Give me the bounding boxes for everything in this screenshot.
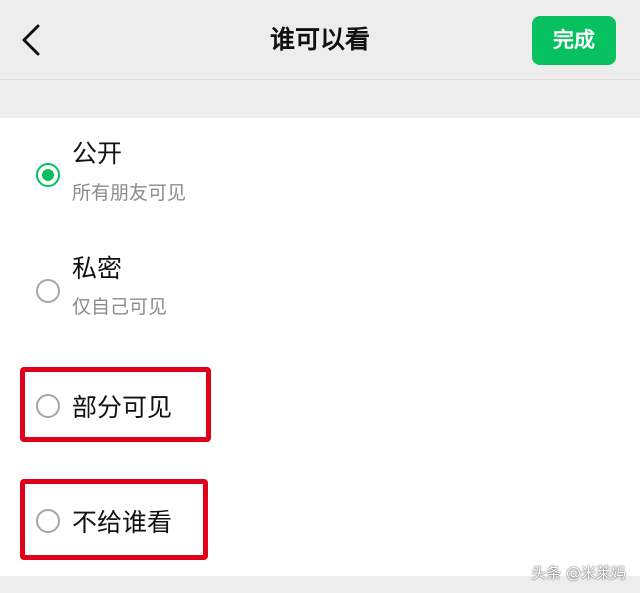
option-subtitle: 所有朋友可见 bbox=[72, 182, 187, 204]
chevron-left-icon[interactable] bbox=[18, 22, 48, 58]
option-title: 私密 bbox=[72, 254, 123, 283]
visibility-settings-screen: 谁可以看 完成 公开 所有朋友可见 私密 仅自己可见 部分可见 不给谁看 头条 … bbox=[0, 0, 640, 593]
highlight-box bbox=[20, 479, 208, 560]
option-subtitle: 仅自己可见 bbox=[72, 296, 168, 318]
highlight-box bbox=[20, 367, 211, 442]
navigation-bar: 谁可以看 完成 bbox=[0, 0, 640, 80]
watermark: 头条 @米莱妈 bbox=[531, 564, 626, 582]
radio-button[interactable] bbox=[36, 279, 60, 303]
radio-button-selected[interactable] bbox=[36, 163, 60, 187]
option-private[interactable]: 私密 仅自己可见 bbox=[0, 232, 640, 348]
option-public[interactable]: 公开 所有朋友可见 bbox=[0, 118, 640, 232]
option-title: 公开 bbox=[72, 139, 123, 168]
done-button[interactable]: 完成 bbox=[532, 16, 616, 65]
